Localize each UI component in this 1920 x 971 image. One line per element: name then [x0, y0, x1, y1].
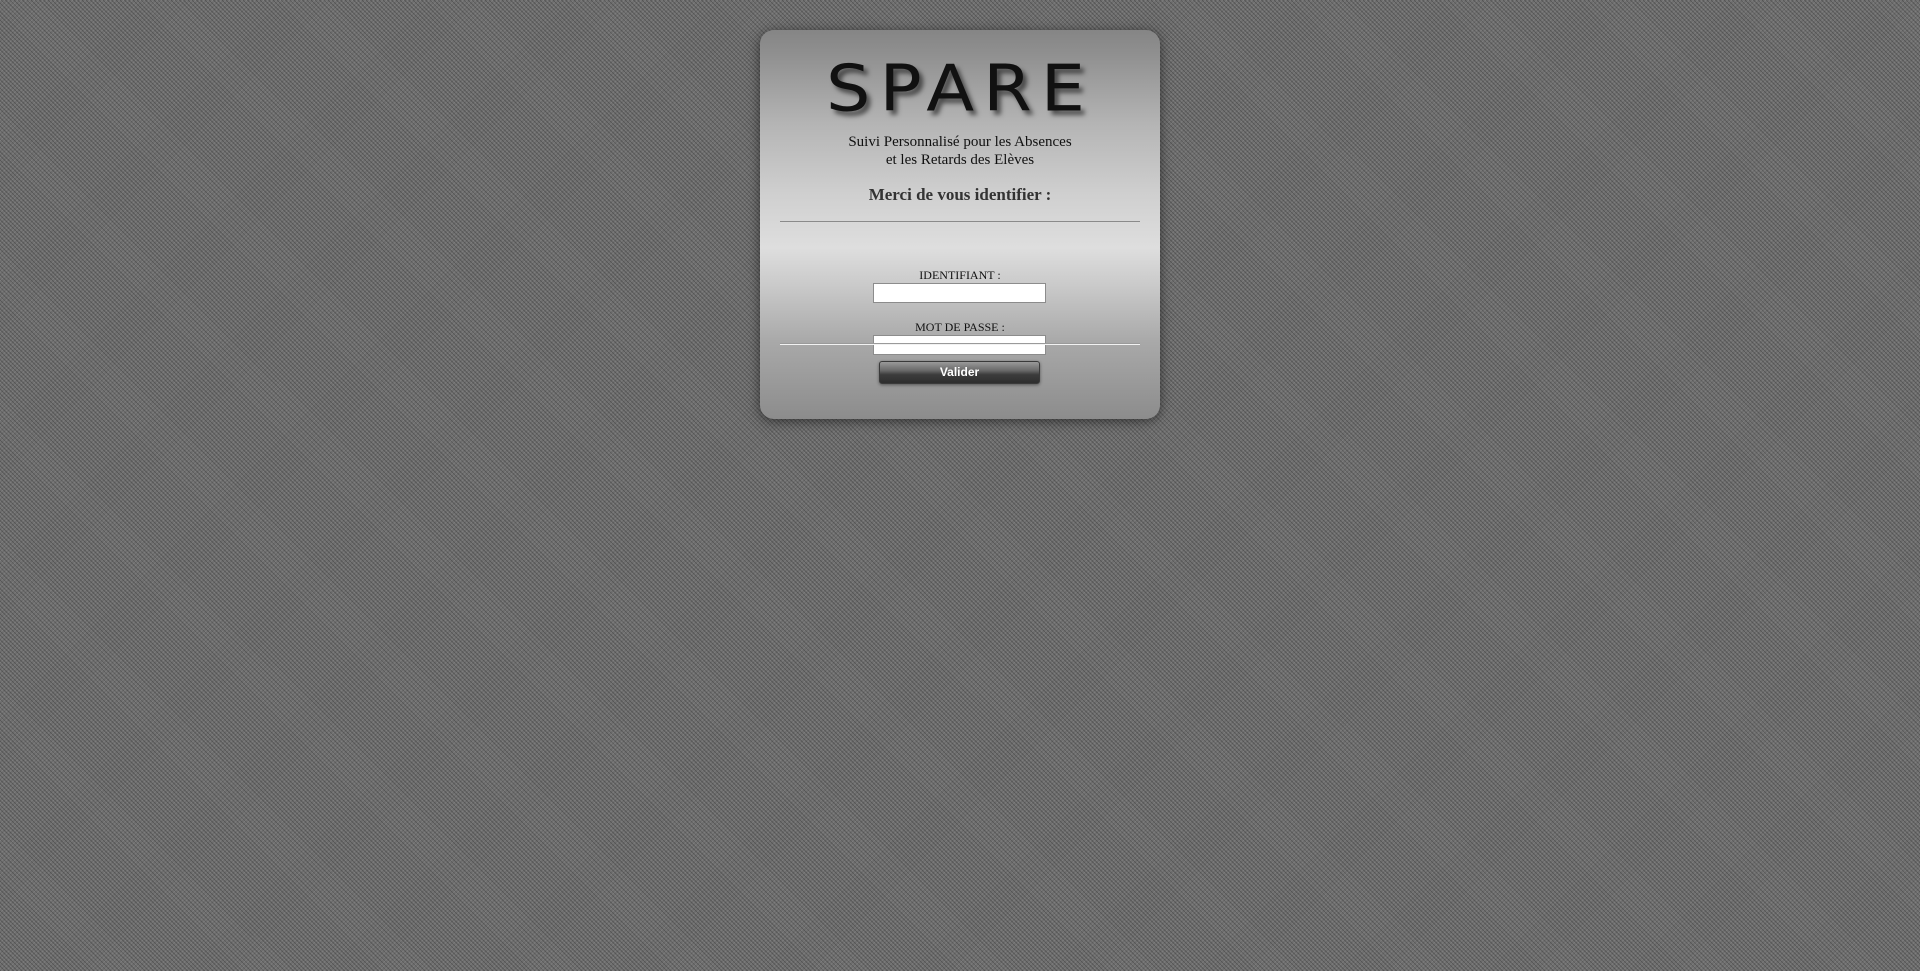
username-input[interactable] [873, 283, 1046, 303]
password-label: MOT DE PASSE : [915, 320, 1005, 334]
divider-bottom [780, 343, 1140, 345]
login-card: SPARE Suivi Personnalisé pour les Absenc… [760, 30, 1160, 419]
app-logo: SPARE [826, 50, 1094, 126]
username-label: IDENTIFIANT : [919, 268, 1001, 282]
subtitle-line-1: Suivi Personnalisé pour les Absences [848, 134, 1072, 150]
app-subtitle: Suivi Personnalisé pour les Absences et … [760, 133, 1160, 169]
subtitle-line-2: et les Retards des Elèves [885, 152, 1035, 168]
submit-button[interactable]: Valider [879, 361, 1040, 384]
divider-top [780, 221, 1140, 223]
login-prompt: Merci de vous identifier : [868, 185, 1052, 204]
password-input[interactable] [873, 335, 1046, 355]
